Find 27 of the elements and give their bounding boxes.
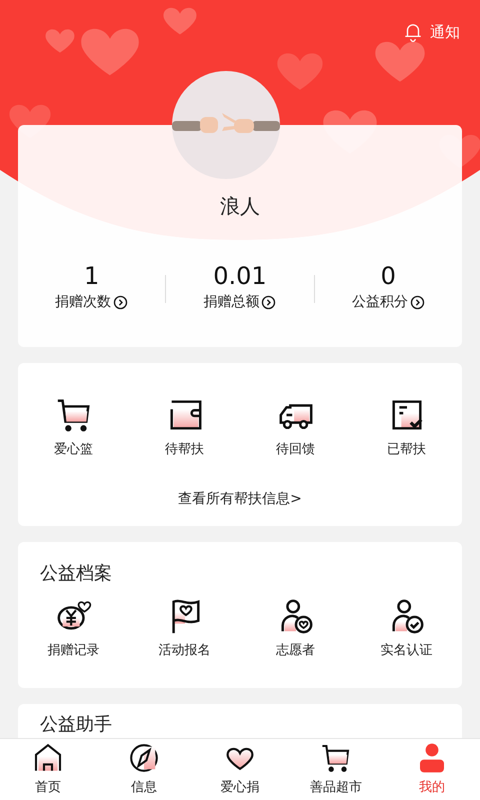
home-icon: [32, 742, 64, 774]
stat-value: 0.01: [212, 263, 268, 290]
stat-value: 1: [83, 263, 100, 290]
tab[interactable]: 首页: [0, 739, 96, 800]
chevron-circle-icon: [410, 295, 425, 310]
section-title: 公益档案: [39, 562, 113, 586]
stat-link[interactable]: 公益积分: [352, 292, 425, 314]
shortcut-button[interactable]: 活动报名: [129, 596, 240, 660]
shortcut-button[interactable]: 待回馈: [240, 396, 351, 460]
tab[interactable]: 信息: [96, 739, 192, 800]
compass-icon: [128, 742, 160, 774]
view-all-link[interactable]: 查看所有帮扶信息>: [178, 488, 302, 510]
tab[interactable]: 爱心捐: [192, 739, 288, 800]
shortcut-button[interactable]: 爱心篮: [18, 396, 129, 460]
chevron-circle-icon: [261, 295, 276, 310]
shortcut-button[interactable]: 捐赠记录: [18, 596, 129, 660]
shortcut-button[interactable]: 志愿者: [240, 596, 351, 660]
shortcut-button[interactable]: 已帮扶: [351, 396, 462, 460]
stat-link[interactable]: 捐赠总额: [203, 292, 276, 314]
tab[interactable]: 善品超市: [288, 739, 384, 800]
stat-link[interactable]: 捐赠次数: [55, 292, 128, 314]
shortcut-button[interactable]: 实名认证: [351, 596, 462, 660]
tab[interactable]: 我的: [384, 739, 480, 800]
section-title: 公益助手: [39, 713, 113, 736]
stat-value: 0: [380, 263, 397, 290]
chevron-circle-icon: [113, 295, 128, 310]
shortcut-button[interactable]: 待帮扶: [129, 396, 240, 460]
